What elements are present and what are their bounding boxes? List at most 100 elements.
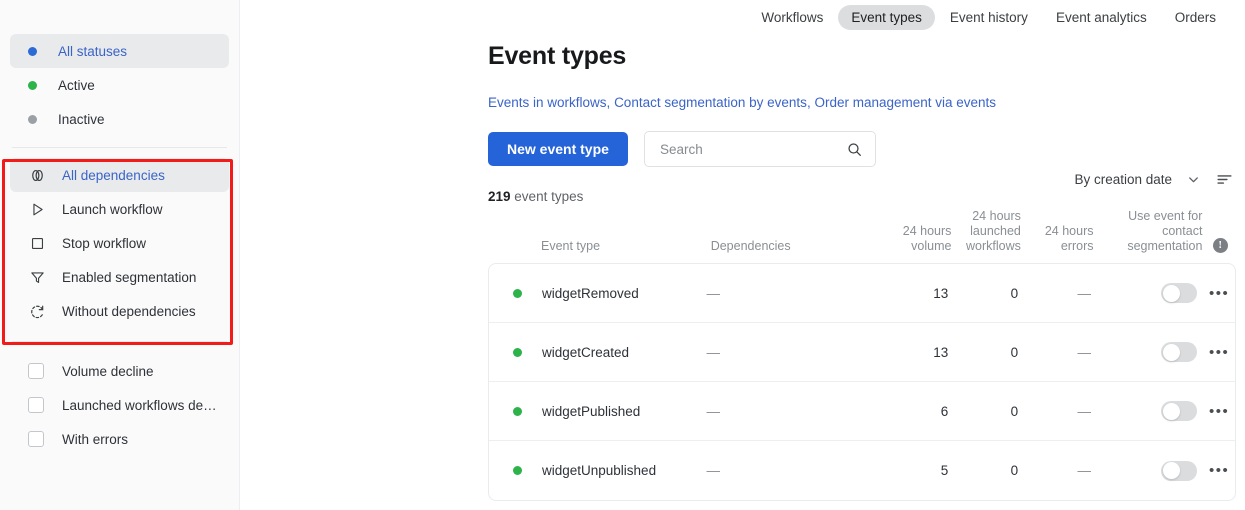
filters-sidebar: All statuses Active Inactive All depende… (0, 0, 240, 510)
page-sublinks: Events in workflows, Contact segmentatio… (488, 95, 1245, 110)
event-type-name[interactable]: widgetCreated (542, 345, 629, 360)
cell-launched-workflows: 0 (1010, 285, 1019, 301)
column-header-dependencies: Dependencies (710, 239, 791, 253)
sort-label[interactable]: By creation date (1074, 172, 1172, 187)
checkbox-icon[interactable] (28, 397, 44, 413)
link-icon (28, 166, 46, 184)
sort-control[interactable]: By creation date (1074, 170, 1234, 189)
sidebar-divider-1 (12, 147, 227, 148)
sidebar-item-label: All dependencies (62, 167, 165, 183)
cell-dependencies: — (706, 463, 720, 478)
segmentation-toggle[interactable] (1161, 342, 1198, 362)
table-row[interactable]: widgetCreated — 13 0 — ••• (489, 323, 1235, 382)
result-count-number: 219 (488, 189, 511, 204)
status-dot-active (513, 466, 522, 475)
cell-event-type: widgetUnpublished (489, 463, 706, 478)
checkbox-icon[interactable] (28, 431, 44, 447)
cell-dependencies: — (706, 285, 720, 301)
column-header-segmentation-line2: contact (1162, 224, 1203, 238)
tab-event-types[interactable]: Event types (838, 4, 935, 30)
column-header-volume-line2: volume (911, 239, 952, 253)
cell-segmentation (1091, 283, 1203, 303)
sidebar-item-stop-workflow[interactable]: Stop workflow (10, 226, 229, 260)
event-type-name[interactable]: widgetRemoved (542, 286, 639, 301)
sidebar-item-label: Enabled segmentation (62, 269, 197, 285)
status-filter-group: All statuses Active Inactive (0, 34, 239, 136)
cell-launched-workflows: 0 (1010, 463, 1019, 478)
column-header-volume-line1: 24 hours (902, 224, 952, 238)
cell-dependencies: — (706, 403, 720, 419)
cell-volume: 13 (933, 344, 949, 360)
more-options-icon[interactable]: ••• (1203, 403, 1235, 420)
cell-segmentation (1091, 401, 1203, 421)
status-dot-all (28, 46, 37, 56)
segmentation-info-tooltip[interactable]: ! (1204, 238, 1236, 254)
search-input[interactable] (659, 141, 846, 157)
tab-orders[interactable]: Orders (1162, 5, 1229, 30)
app-root: All statuses Active Inactive All depende… (0, 0, 1245, 510)
tab-workflows[interactable]: Workflows (748, 5, 836, 30)
sidebar-item-inactive[interactable]: Inactive (10, 102, 229, 136)
search-box[interactable] (643, 131, 876, 167)
cell-launched-workflows: 0 (1010, 344, 1019, 360)
cell-errors: — (1077, 285, 1092, 301)
search-icon[interactable] (846, 141, 863, 158)
sidebar-item-without-dependencies[interactable]: Without dependencies (10, 294, 229, 328)
more-options-icon[interactable]: ••• (1203, 285, 1235, 302)
event-type-name[interactable]: widgetUnpublished (542, 463, 656, 478)
cell-event-type: widgetCreated (489, 345, 706, 360)
status-dot-active (513, 406, 522, 416)
stop-square-icon (28, 234, 46, 252)
column-header-volume: 24 hours volume (869, 224, 952, 254)
table-row[interactable]: widgetUnpublished — 5 0 — ••• (489, 441, 1235, 500)
cell-dependencies: — (706, 344, 720, 360)
toggle-knob (1162, 402, 1180, 420)
column-header-errors-line2: errors (1060, 239, 1094, 253)
info-icon[interactable]: ! (1212, 238, 1228, 253)
column-header-errors-line1: 24 hours (1044, 224, 1094, 238)
link-order-management-via-events[interactable]: Order management via events (814, 95, 996, 110)
tab-event-analytics[interactable]: Event analytics (1043, 5, 1160, 30)
status-dot-active (513, 288, 522, 298)
sublink-sep-1: , (606, 95, 615, 110)
segmentation-toggle[interactable] (1161, 460, 1198, 481)
link-contact-segmentation-by-events[interactable]: Contact segmentation by events (614, 95, 807, 110)
cell-segmentation (1091, 460, 1203, 481)
checkbox-icon[interactable] (28, 363, 44, 379)
status-dot-inactive (28, 114, 37, 124)
sidebar-item-launch-workflow[interactable]: Launch workflow (10, 192, 229, 226)
link-events-in-workflows[interactable]: Events in workflows (488, 95, 607, 110)
column-header-launched-workflows: 24 hours launched workflows (951, 209, 1021, 254)
sidebar-checkbox-volume-decline[interactable]: Volume decline (10, 354, 229, 388)
result-count: 219 event types (488, 189, 1245, 204)
cell-volume: 5 (940, 463, 949, 478)
more-options-icon[interactable]: ••• (1203, 344, 1235, 361)
sidebar-item-label: Stop workflow (62, 235, 147, 251)
sidebar-checkbox-with-errors[interactable]: With errors (10, 422, 229, 456)
table-row[interactable]: widgetPublished — 6 0 — ••• (489, 382, 1235, 441)
cell-errors: — (1077, 463, 1092, 478)
segmentation-toggle[interactable] (1161, 283, 1198, 303)
column-header-segmentation-line3: segmentation (1127, 239, 1203, 253)
result-count-label: event types (514, 189, 584, 204)
dashed-refresh-icon (28, 302, 46, 320)
table-row[interactable]: widgetRemoved — 13 0 — ••• (489, 264, 1235, 323)
toggle-knob (1162, 343, 1180, 361)
chevron-down-icon[interactable] (1186, 172, 1201, 187)
sidebar-item-all-dependencies[interactable]: All dependencies (10, 158, 229, 192)
more-options-icon[interactable]: ••• (1203, 462, 1235, 479)
sidebar-item-label: Without dependencies (62, 303, 196, 319)
tab-event-history[interactable]: Event history (937, 5, 1041, 30)
sidebar-item-active[interactable]: Active (10, 68, 229, 102)
top-navigation-tabs: Workflows Event types Event history Even… (240, 0, 1245, 34)
sidebar-item-enabled-segmentation[interactable]: Enabled segmentation (10, 260, 229, 294)
event-type-name[interactable]: widgetPublished (542, 404, 640, 419)
cell-segmentation (1091, 342, 1203, 362)
sort-order-icon[interactable] (1215, 170, 1234, 189)
new-event-type-button[interactable]: New event type (488, 132, 628, 166)
sidebar-item-label: With errors (62, 431, 129, 447)
sidebar-item-label: Volume decline (62, 363, 154, 379)
sidebar-item-all-statuses[interactable]: All statuses (10, 34, 229, 68)
sidebar-checkbox-launched-workflows-decline[interactable]: Launched workflows de… (10, 388, 229, 422)
segmentation-toggle[interactable] (1161, 401, 1198, 421)
